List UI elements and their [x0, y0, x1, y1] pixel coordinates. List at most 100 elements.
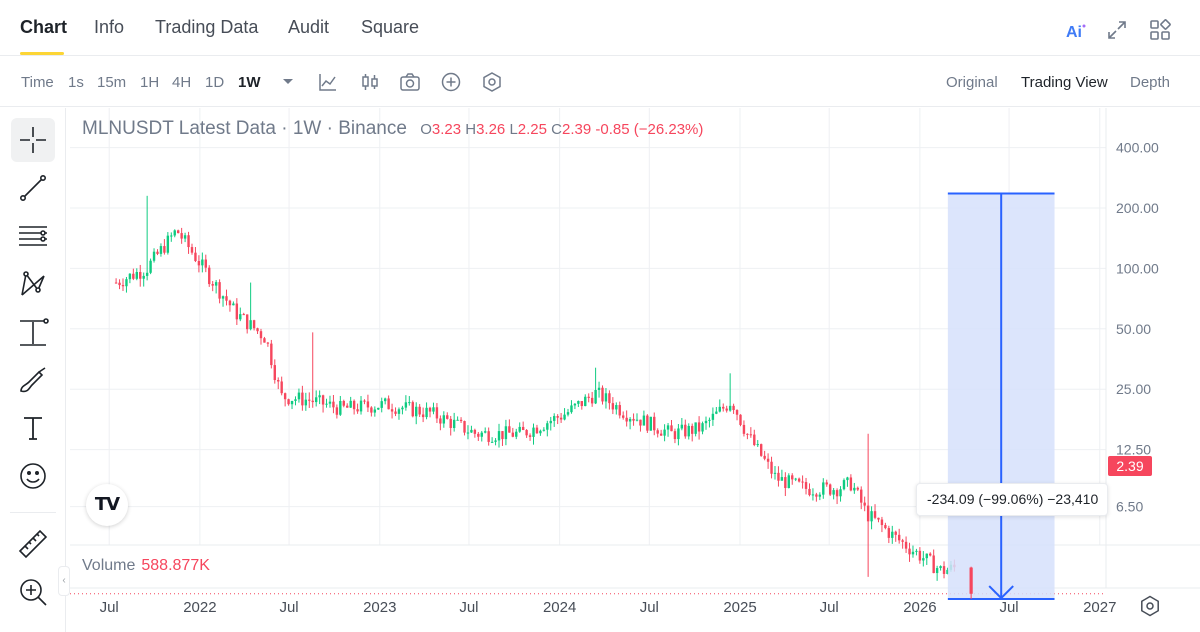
candle-body: [766, 458, 770, 462]
candle-body: [125, 279, 128, 287]
interval-1s[interactable]: 1s: [68, 74, 84, 91]
trend-line-icon[interactable]: [11, 166, 55, 210]
change-value: -0.85 (−26.23%): [595, 121, 704, 138]
measure-result-label: -234.09 (−99.06%) −23,410: [916, 483, 1108, 516]
candle-body: [114, 282, 118, 284]
candle-body: [121, 285, 125, 287]
view-depth[interactable]: Depth: [1130, 74, 1170, 91]
legend-separator: ·: [326, 118, 333, 139]
price-chart[interactable]: 800.00400.00200.00100.0050.0025.0012.506…: [70, 108, 1200, 632]
indicator-icon[interactable]: [317, 71, 339, 93]
candle-body: [822, 482, 825, 495]
candle-body: [587, 396, 590, 398]
candle-body: [542, 429, 546, 431]
candle-body: [759, 444, 763, 456]
interval-1h[interactable]: 1H: [140, 74, 159, 91]
low-value: 2.25: [517, 121, 547, 138]
zoom-in-icon[interactable]: [11, 570, 55, 614]
candle-body: [494, 440, 497, 442]
candle-body: [256, 328, 259, 332]
candle-body: [925, 553, 928, 559]
candle-body: [435, 407, 439, 419]
candle-body: [304, 399, 308, 406]
crosshair-icon[interactable]: [11, 118, 55, 162]
candle-body: [584, 396, 587, 407]
candle-body: [204, 259, 207, 268]
emoji-icon[interactable]: [11, 454, 55, 498]
candle-body: [332, 401, 335, 408]
candle-body: [801, 481, 804, 483]
view-original[interactable]: Original: [946, 74, 998, 91]
tab-audit[interactable]: Audit: [288, 17, 329, 38]
candle-body: [728, 405, 732, 411]
candle-body: [359, 400, 363, 412]
text-icon[interactable]: [11, 406, 55, 450]
ai-icon[interactable]: Ai: [1064, 20, 1088, 44]
volume-value: 588.877K: [141, 557, 210, 574]
candle-body: [183, 235, 187, 239]
camera-icon[interactable]: [399, 71, 421, 93]
candle-body: [666, 425, 670, 430]
collapse-toolbar-handle[interactable]: ‹: [58, 566, 70, 596]
candle-body: [377, 407, 380, 410]
x-tick-label: 2027: [1083, 599, 1116, 616]
add-icon[interactable]: [440, 71, 462, 93]
tab-square[interactable]: Square: [361, 17, 419, 38]
candle-body: [356, 409, 359, 412]
candle-body: [346, 405, 349, 408]
candle-body: [684, 424, 687, 437]
interval-1d[interactable]: 1D: [205, 74, 224, 91]
pattern-icon[interactable]: [11, 262, 55, 306]
volume-label: Volume: [82, 557, 136, 574]
tab-info[interactable]: Info: [94, 17, 124, 38]
tradingview-logo[interactable]: TV: [86, 484, 128, 526]
candle-body: [663, 429, 666, 436]
candle-body: [659, 433, 663, 436]
candle-body: [194, 252, 197, 262]
candle-body: [473, 429, 477, 434]
candle-body: [539, 430, 542, 434]
ruler-icon[interactable]: [11, 522, 55, 566]
candle-body: [128, 273, 132, 280]
candle-body: [142, 275, 145, 279]
last-candle-body: [969, 567, 973, 594]
brush-icon[interactable]: [11, 358, 55, 402]
measure-price-icon[interactable]: [11, 310, 55, 354]
candle-body: [549, 420, 552, 424]
candle-body: [287, 399, 290, 405]
candle-body: [732, 405, 735, 411]
candle-body: [252, 320, 256, 329]
tab-chart[interactable]: Chart: [20, 17, 67, 38]
candle-body: [418, 406, 421, 415]
candle-body: [259, 331, 263, 339]
layout-grid-icon[interactable]: [1148, 18, 1172, 42]
expand-icon[interactable]: [1105, 18, 1129, 42]
candle-body: [770, 461, 773, 474]
candle-body: [618, 405, 621, 416]
candle-body: [559, 417, 563, 420]
candle-body: [594, 390, 597, 404]
candle-body: [487, 431, 490, 442]
candle-body: [366, 401, 370, 408]
view-trading-view[interactable]: Trading View: [1021, 74, 1108, 91]
candle-body: [673, 431, 677, 440]
chart-area[interactable]: 800.00400.00200.00100.0050.0025.0012.506…: [70, 108, 1200, 632]
chevron-down-icon[interactable]: [277, 71, 299, 93]
horizontal-lines-icon[interactable]: [11, 214, 55, 258]
settings-hex-icon[interactable]: [481, 71, 503, 93]
open-value: 3.23: [431, 121, 462, 138]
interval-1w[interactable]: 1W: [238, 74, 261, 91]
candle-body: [446, 415, 449, 419]
candle-body: [280, 381, 283, 394]
axis-settings-icon[interactable]: [1138, 594, 1162, 618]
tab-trading-data[interactable]: Trading Data: [155, 17, 258, 38]
candle-body: [339, 400, 342, 415]
candle-type-icon[interactable]: [359, 71, 381, 93]
close-value: 2.39: [562, 121, 592, 138]
y-tick-label: 50.00: [1116, 321, 1151, 337]
candle-body: [394, 411, 397, 414]
candle-body: [932, 555, 935, 574]
interval-15m[interactable]: 15m: [97, 74, 126, 91]
interval-4h[interactable]: 4H: [172, 74, 191, 91]
candle-body: [190, 247, 194, 253]
